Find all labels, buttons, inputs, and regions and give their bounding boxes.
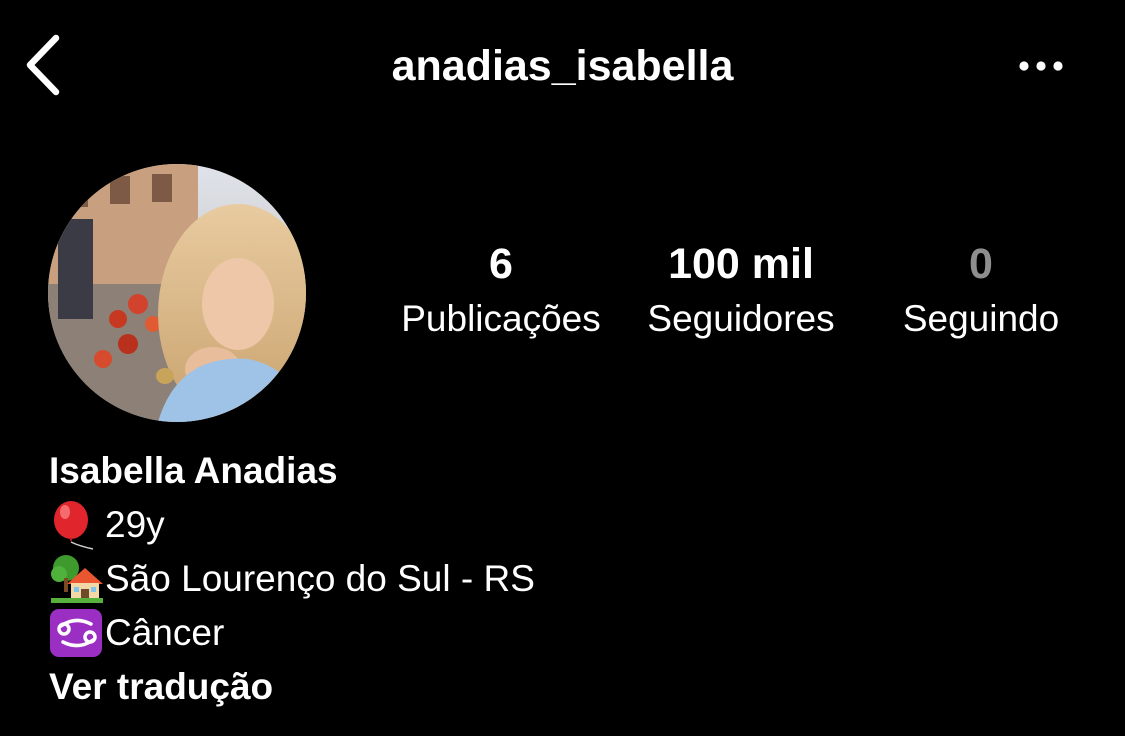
profile-username-title: anadias_isabella: [391, 42, 734, 90]
bio-zodiac-text: Câncer: [105, 612, 225, 653]
bio-line-zodiac: Câncer: [49, 606, 535, 660]
posts-count[interactable]: 6 Publicações: [384, 236, 618, 346]
balloon-icon: [54, 501, 94, 550]
following-count[interactable]: 0 Seguindo: [878, 236, 1084, 346]
bio-location-text: São Lourenço do Sul - RS: [105, 558, 535, 599]
following-label: Seguindo: [902, 298, 1060, 339]
more-options-button[interactable]: [1010, 48, 1072, 84]
bio-line-location: São Lourenço do Sul - RS: [49, 552, 535, 606]
profile-bio: Isabella Anadias 29y São Lourenço do Sul…: [49, 444, 535, 714]
cancer-zodiac-icon: [50, 609, 102, 657]
bio-age-text: 29y: [105, 504, 165, 545]
followers-value: 100 mil: [668, 240, 814, 288]
avatar-photo: [48, 164, 306, 422]
posts-value: 6: [489, 240, 513, 288]
ellipsis-icon: [1019, 61, 1063, 71]
house-with-garden-icon: [51, 555, 103, 603]
following-value: 0: [969, 240, 993, 288]
followers-count[interactable]: 100 mil Seguidores: [626, 236, 856, 346]
bio-line-age: 29y: [49, 498, 535, 552]
top-bar: anadias_isabella: [0, 0, 1125, 130]
profile-avatar[interactable]: [48, 164, 306, 422]
see-translation-link[interactable]: Ver tradução: [49, 660, 535, 714]
followers-label: Seguidores: [647, 298, 835, 339]
posts-label: Publicações: [401, 298, 601, 339]
display-name: Isabella Anadias: [49, 450, 338, 491]
